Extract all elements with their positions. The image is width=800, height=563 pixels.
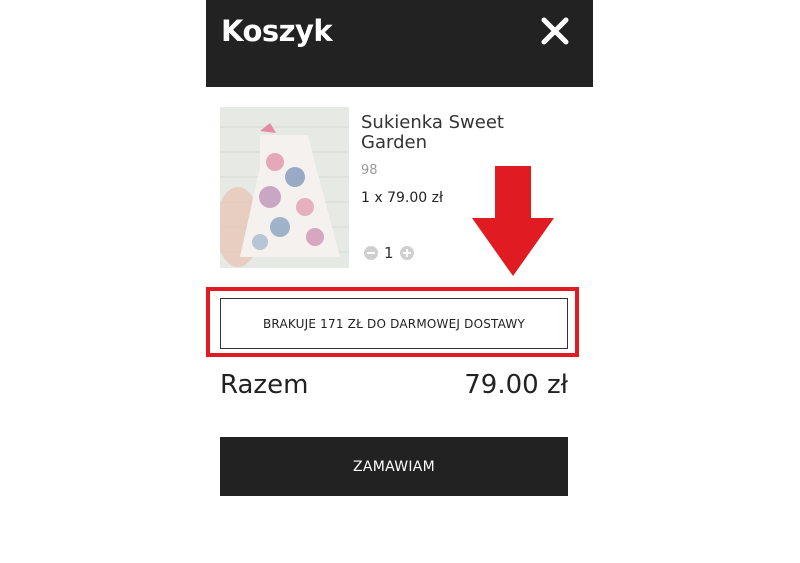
plus-icon[interactable]	[399, 246, 414, 260]
quantity-stepper: 1	[364, 244, 414, 262]
cart-title: Koszyk	[221, 14, 333, 48]
cart-header: Koszyk	[206, 0, 593, 87]
close-button[interactable]	[540, 16, 570, 46]
arrow-down-icon	[472, 166, 554, 276]
cart-panel: Koszyk Sukienka Sweet Garden 98 1 x 79.0…	[206, 0, 593, 563]
order-button[interactable]: ZAMAWIAM	[220, 437, 568, 496]
close-icon	[541, 17, 569, 45]
product-variant: 98	[361, 163, 378, 178]
total-value: 79.00 zł	[464, 370, 568, 400]
minus-icon[interactable]	[364, 246, 378, 260]
product-image[interactable]	[220, 107, 349, 268]
quantity-value: 1	[384, 244, 394, 262]
free-shipping-notice: BRAKUJE 171 ZŁ DO DARMOWEJ DOSTAWY	[220, 298, 568, 349]
product-name[interactable]: Sukienka Sweet Garden	[361, 113, 561, 153]
product-price: 1 x 79.00 zł	[361, 190, 443, 206]
total-label: Razem	[220, 370, 309, 400]
